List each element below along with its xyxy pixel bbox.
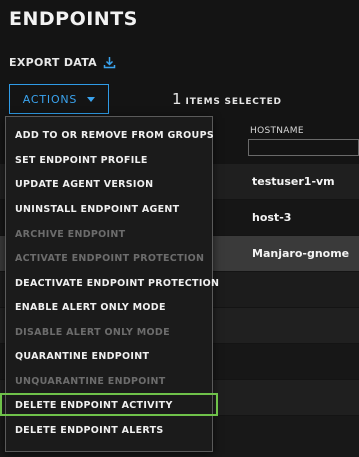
hostname-filter-input[interactable] xyxy=(248,139,359,156)
actions-label: ACTIONS xyxy=(22,92,78,106)
menu-item-enable-alert-only[interactable]: ENABLE ALERT ONLY MODE xyxy=(15,299,166,317)
caret-down-icon xyxy=(87,96,96,102)
page-title: ENDPOINTS xyxy=(9,8,138,30)
hostname-cell: testuser1-vm xyxy=(252,175,335,188)
selected-count: 1 xyxy=(172,90,182,108)
menu-item-disable-alert-only: DISABLE ALERT ONLY MODE xyxy=(15,327,170,338)
endpoints-page: ENDPOINTS EXPORT DATA ACTIONS 1 ITEMS SE… xyxy=(0,0,359,457)
menu-item-activate-protection: ACTIVATE ENDPOINT PROTECTION xyxy=(15,253,205,264)
menu-item-unquarantine-endpoint: UNQUARANTINE ENDPOINT xyxy=(15,376,166,387)
menu-item-archive-endpoint: ARCHIVE ENDPOINT xyxy=(15,229,126,240)
export-data-label: EXPORT DATA xyxy=(9,56,97,69)
menu-item-delete-endpoint-alerts[interactable]: DELETE ENDPOINT ALERTS xyxy=(15,422,164,440)
column-header-hostname[interactable]: HOSTNAME xyxy=(250,126,304,136)
highlight-box xyxy=(0,393,218,416)
menu-item-set-endpoint-profile[interactable]: SET ENDPOINT PROFILE xyxy=(15,152,148,170)
actions-dropdown-button[interactable]: ACTIONS xyxy=(9,84,109,114)
export-data-button[interactable]: EXPORT DATA xyxy=(9,56,116,69)
hostname-cell: host-3 xyxy=(252,211,292,224)
selected-label: ITEMS SELECTED xyxy=(185,97,282,107)
menu-item-update-agent-version[interactable]: UPDATE AGENT VERSION xyxy=(15,176,153,194)
menu-item-deactivate-protection[interactable]: DEACTIVATE ENDPOINT PROTECTION xyxy=(15,275,219,293)
download-icon xyxy=(103,56,116,69)
menu-item-quarantine-endpoint[interactable]: QUARANTINE ENDPOINT xyxy=(15,348,149,366)
menu-item-add-remove-groups[interactable]: ADD TO OR REMOVE FROM GROUPS xyxy=(15,127,214,145)
hostname-cell: Manjaro-gnome xyxy=(252,247,350,260)
selection-status: 1 ITEMS SELECTED xyxy=(172,90,282,108)
menu-item-uninstall-agent[interactable]: UNINSTALL ENDPOINT AGENT xyxy=(15,201,179,219)
